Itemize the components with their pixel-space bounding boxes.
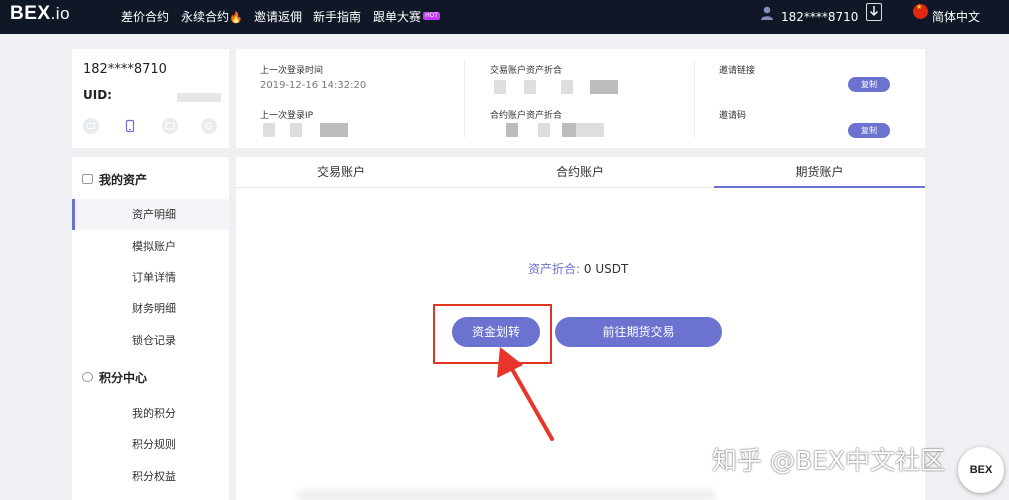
- ip-blur: [290, 123, 302, 137]
- tab-contract-account[interactable]: 合约账户: [475, 157, 685, 188]
- card-icon[interactable]: [162, 118, 178, 134]
- china-flag-icon[interactable]: [913, 3, 928, 19]
- assets-blur: [538, 123, 550, 137]
- highlight-box: [433, 304, 552, 364]
- account-info-card: 上一次登录时间 2019-12-16 14:32:20 上一次登录IP 交易账户…: [236, 49, 925, 148]
- invite-link-label: 邀请链接: [719, 66, 756, 76]
- sidebar-item-asset-details[interactable]: 资产明细: [72, 199, 229, 230]
- divider: [694, 60, 695, 138]
- copy-invite-code-button[interactable]: 复制: [848, 123, 890, 138]
- sidebar-item-points-rules[interactable]: 积分规则: [72, 429, 229, 460]
- flame-icon: 🔥: [229, 11, 243, 24]
- assets-blur: [590, 80, 618, 94]
- download-icon[interactable]: [866, 3, 882, 21]
- divider: [464, 60, 465, 138]
- bottom-shadow: [296, 490, 716, 500]
- go-futures-trading-button[interactable]: 前往期货交易: [555, 317, 722, 347]
- assets-blur: [562, 123, 576, 137]
- coins-icon: [82, 372, 93, 382]
- contract-assets-label: 合约账户资产折合: [490, 111, 563, 121]
- language-select[interactable]: 简体中文: [932, 0, 980, 34]
- total-assets-value: 0 USDT: [583, 262, 629, 276]
- bex-logo[interactable]: BEX.io: [10, 3, 70, 25]
- assets-blur: [506, 123, 518, 137]
- bex-float-logo[interactable]: BEX: [958, 447, 1004, 493]
- top-nav: BEX.io 差价合约 永续合约🔥 邀请返佣 新手指南 跟单大赛 HOT 182*…: [0, 0, 1009, 34]
- ip-blur: [263, 123, 275, 137]
- sidebar-item-finance-details[interactable]: 财务明细: [72, 293, 229, 324]
- last-login-time-value: 2019-12-16 14:32:20: [260, 80, 367, 91]
- invite-code-label: 邀请码: [719, 111, 747, 121]
- uid-value-blurred: [177, 93, 221, 102]
- total-assets: 资产折合: 0 USDT: [528, 260, 628, 277]
- copy-invite-link-button[interactable]: 复制: [848, 77, 890, 92]
- assets-blur: [576, 123, 604, 137]
- email-icon[interactable]: [83, 118, 99, 134]
- sidebar: 我的资产 资产明细 模拟账户 订单详情 财务明细 锁仓记录 积分中心 我的积分 …: [72, 157, 229, 500]
- user-icon[interactable]: [760, 5, 774, 21]
- ip-blur: [320, 123, 348, 137]
- profile-phone: 182****8710: [83, 62, 167, 77]
- assets-blur: [494, 80, 506, 94]
- nav-referral[interactable]: 邀请返佣: [254, 0, 302, 34]
- last-login-time-label: 上一次登录时间: [260, 66, 324, 76]
- last-login-ip-label: 上一次登录IP: [260, 111, 314, 121]
- profile-card: 182****8710 UID:: [72, 49, 229, 148]
- nav-cfd[interactable]: 差价合约: [121, 0, 169, 34]
- hot-badge: HOT: [423, 12, 440, 20]
- total-assets-label: 资产折合:: [528, 262, 581, 276]
- sidebar-item-lock-records[interactable]: 锁仓记录: [72, 325, 229, 356]
- sidebar-item-my-points[interactable]: 我的积分: [72, 398, 229, 429]
- assets-blur: [524, 80, 536, 94]
- account-tabs: 交易账户 合约账户 期货账户: [236, 157, 925, 188]
- section-points-center[interactable]: 积分中心: [72, 367, 229, 387]
- assets-blur: [561, 80, 573, 94]
- sidebar-item-points-benefits[interactable]: 积分权益: [72, 461, 229, 492]
- uid-label: UID:: [83, 88, 112, 102]
- sidebar-item-order-details[interactable]: 订单详情: [72, 262, 229, 293]
- wallet-icon: [82, 174, 93, 184]
- nav-copy-contest[interactable]: 跟单大赛 HOT: [373, 0, 440, 34]
- sidebar-item-demo-account[interactable]: 模拟账户: [72, 231, 229, 262]
- phone-icon[interactable]: [122, 118, 138, 134]
- trade-assets-label: 交易账户资产折合: [490, 66, 563, 76]
- user-phone[interactable]: 182****8710: [781, 0, 858, 34]
- zhihu-watermark: 知乎 @BEX中文社区: [712, 446, 946, 475]
- tab-trading-account[interactable]: 交易账户: [236, 157, 446, 188]
- nav-guide[interactable]: 新手指南: [313, 0, 361, 34]
- tab-futures-account[interactable]: 期货账户: [714, 157, 925, 188]
- google-icon[interactable]: [201, 118, 217, 134]
- nav-perpetual[interactable]: 永续合约🔥: [181, 0, 243, 34]
- section-my-assets[interactable]: 我的资产: [72, 169, 229, 189]
